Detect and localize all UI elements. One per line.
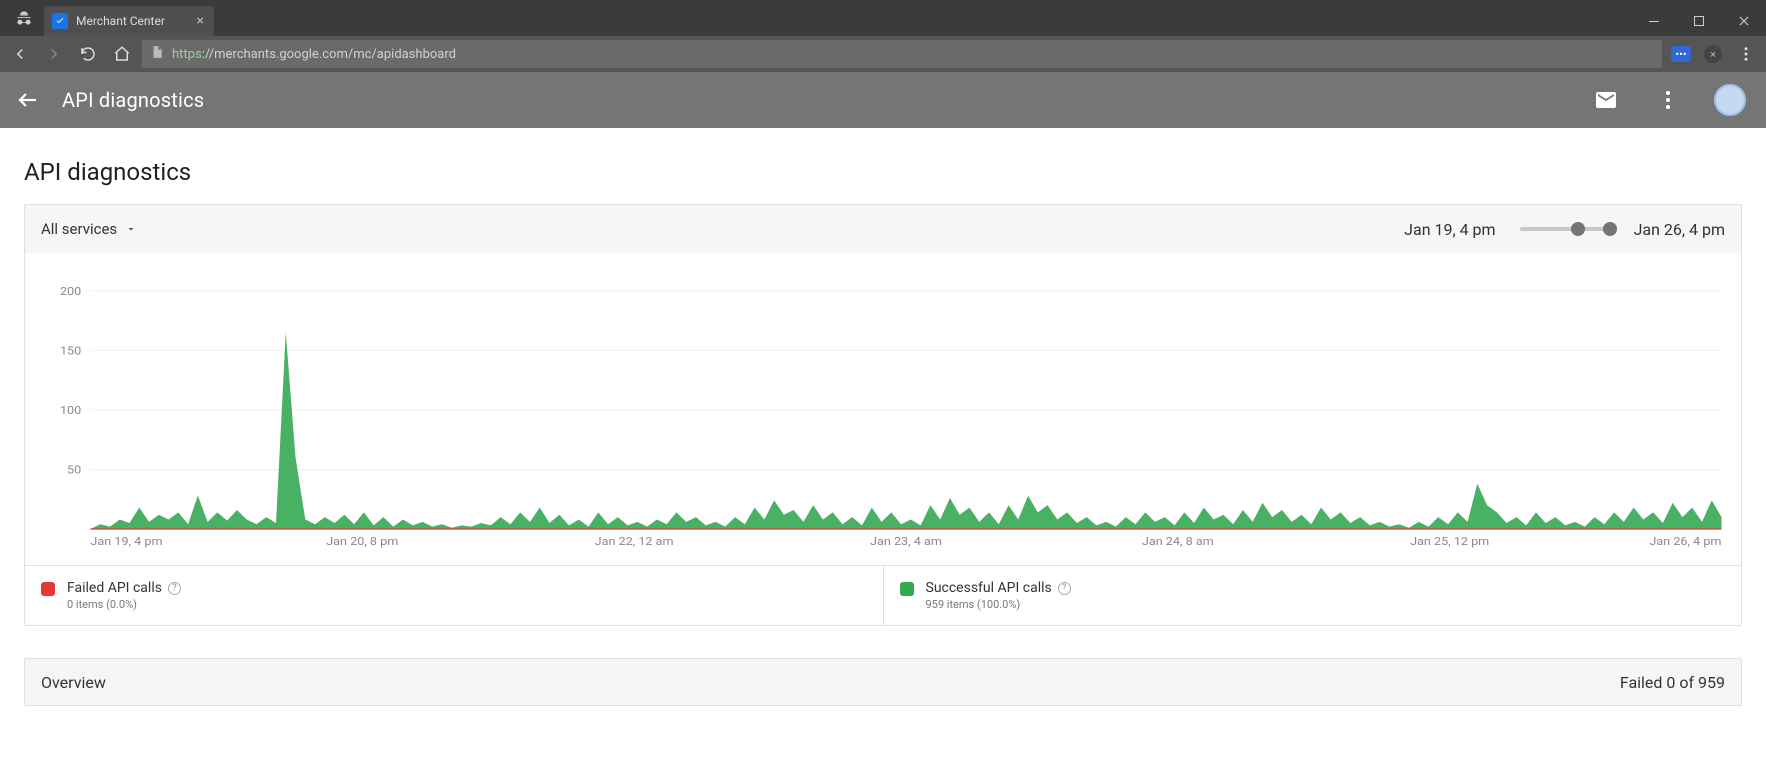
appbar-title: API diagnostics [62,88,204,112]
range-handle-end[interactable] [1603,222,1617,236]
svg-text:100: 100 [60,404,81,417]
page-info-icon[interactable] [150,45,164,63]
incognito-icon [12,6,36,30]
appbar-more-button[interactable] [1648,80,1688,120]
chart-legend: Failed API calls? 0 items (0.0%) Success… [25,565,1741,625]
window-close-button[interactable] [1721,6,1766,36]
svg-text:Jan 19, 4 pm: Jan 19, 4 pm [90,535,162,548]
svg-text:200: 200 [60,285,81,298]
browser-tab[interactable]: Merchant Center × [44,6,214,36]
svg-text:Jan 20, 8 pm: Jan 20, 8 pm [326,535,398,548]
range-end-label: Jan 26, 4 pm [1634,220,1725,239]
svg-text:Jan 24, 8 am: Jan 24, 8 am [1142,535,1214,548]
overview-title: Overview [41,673,106,692]
legend-failed-title: Failed API calls [67,580,162,596]
svg-text:Jan 22, 12 am: Jan 22, 12 am [595,535,674,548]
date-range-slider[interactable] [1520,227,1610,231]
address-bar[interactable]: https://merchants.google.com/mc/apidashb… [142,40,1662,68]
help-icon[interactable]: ? [168,582,181,595]
svg-text:Jan 26, 4 pm: Jan 26, 4 pm [1649,535,1721,548]
legend-success[interactable]: Successful API calls? 959 items (100.0%) [884,566,1742,625]
overview-summary: Failed 0 of 959 [1620,673,1725,692]
chart-container: 50 100 150 200 Jan 19, 4 pm Jan 20, 8 pm Jan 2… [25,253,1741,565]
range-handle-start[interactable] [1571,222,1585,236]
page-content: API diagnostics All services Jan 19, 4 p… [0,128,1766,778]
service-filter-label: All services [41,220,117,238]
appbar-back-button[interactable] [16,88,40,112]
account-avatar[interactable] [1710,80,1750,120]
browser-tabstrip: Merchant Center × [0,0,1766,36]
address-text: https://merchants.google.com/mc/apidashb… [172,47,456,62]
app-bar: API diagnostics [0,72,1766,128]
tab-favicon-icon [52,13,68,29]
help-icon[interactable]: ? [1058,582,1071,595]
svg-text:Jan 23, 4 am: Jan 23, 4 am [870,535,942,548]
overview-bar[interactable]: Overview Failed 0 of 959 [24,658,1742,706]
nav-back-button[interactable] [6,40,34,68]
legend-failed-sub: 0 items (0.0%) [67,598,181,611]
service-filter-dropdown[interactable]: All services [41,220,137,238]
svg-text:150: 150 [60,344,81,357]
dropdown-caret-icon [125,223,137,235]
tab-close-icon[interactable]: × [197,14,204,28]
chart-card: All services Jan 19, 4 pm Jan 26, 4 pm 5… [24,204,1742,626]
tab-title: Merchant Center [76,14,165,28]
nav-forward-button[interactable] [40,40,68,68]
legend-success-swatch-icon [900,582,914,596]
browser-toolbar: https://merchants.google.com/mc/apidashb… [0,36,1766,72]
range-start-label: Jan 19, 4 pm [1404,220,1495,239]
notifications-mail-icon[interactable] [1586,80,1626,120]
legend-success-title: Successful API calls [926,580,1052,596]
reload-button[interactable] [74,40,102,68]
legend-failed-swatch-icon [41,582,55,596]
legend-failed[interactable]: Failed API calls? 0 items (0.0%) [25,566,884,625]
api-calls-chart: 50 100 150 200 Jan 19, 4 pm Jan 20, 8 pm Jan 2… [33,269,1733,559]
extension-1-icon[interactable]: ••• [1668,41,1694,67]
home-button[interactable] [108,40,136,68]
extension-2-icon[interactable]: × [1700,41,1726,67]
legend-success-sub: 959 items (100.0%) [926,598,1071,611]
svg-text:50: 50 [67,463,81,476]
filter-bar: All services Jan 19, 4 pm Jan 26, 4 pm [25,205,1741,253]
browser-menu-button[interactable] [1732,40,1760,68]
window-maximize-button[interactable] [1676,6,1721,36]
page-title: API diagnostics [24,158,1742,186]
svg-text:Jan 25, 12 pm: Jan 25, 12 pm [1410,535,1489,548]
window-minimize-button[interactable] [1631,6,1676,36]
